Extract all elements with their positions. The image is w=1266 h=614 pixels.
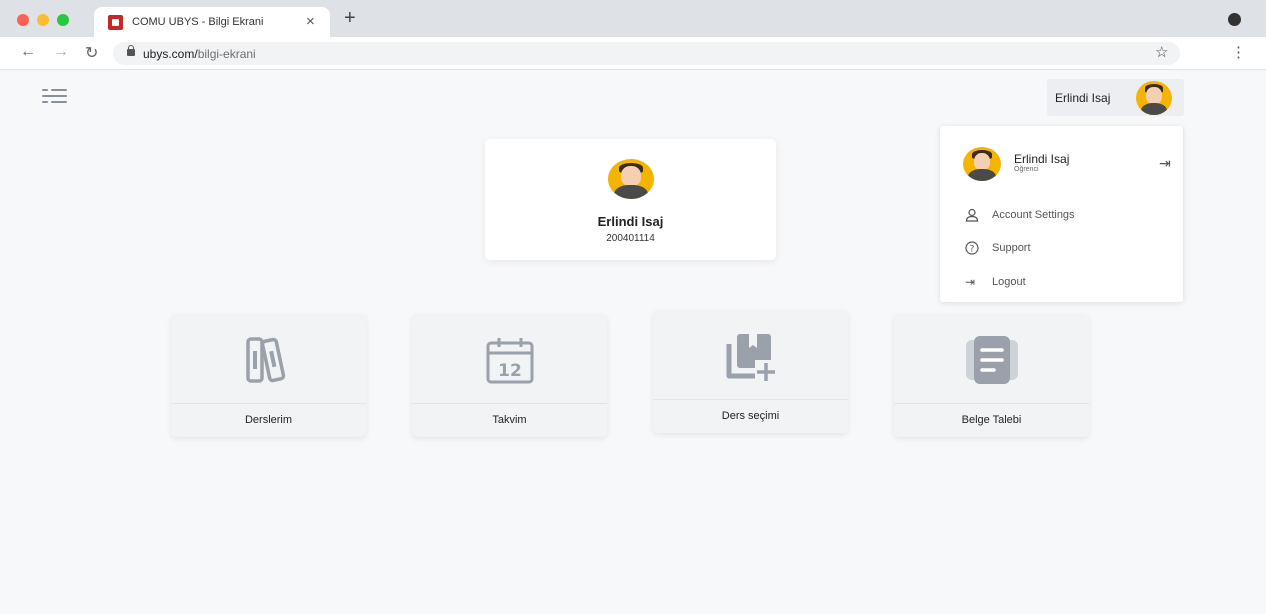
close-window-button[interactable] xyxy=(17,14,29,26)
maximize-window-button[interactable] xyxy=(57,14,69,26)
avatar xyxy=(608,159,654,199)
dropdown-user-name: Erlindi Isaj xyxy=(1014,152,1070,166)
add-bookmark-icon xyxy=(726,334,777,382)
logout-icon: ⇥ xyxy=(965,275,976,289)
svg-text:12: 12 xyxy=(498,361,522,381)
tile-takvim[interactable]: 12 Takvim xyxy=(412,314,607,437)
tab-title: COMU UBYS - Bilgi Ekrani xyxy=(132,16,264,28)
user-menu-button[interactable]: Erlindi Isaj xyxy=(1047,79,1184,116)
url-text: ubys.com/bilgi-ekrani xyxy=(143,47,256,61)
url-input[interactable]: ubys.com/bilgi-ekrani ☆ xyxy=(113,42,1180,65)
tile-label: Takvim xyxy=(492,414,527,426)
books-icon xyxy=(246,337,286,383)
browser-tab-bar: COMU UBYS - Bilgi Ekrani × + xyxy=(0,0,1266,37)
student-id: 200401114 xyxy=(606,233,655,244)
user-icon xyxy=(965,208,979,222)
svg-text:?: ? xyxy=(970,245,975,255)
tile-label: Derslerim xyxy=(244,414,293,426)
browser-tab[interactable]: COMU UBYS - Bilgi Ekrani × xyxy=(94,7,330,37)
logout-icon[interactable]: ⇥ xyxy=(1159,155,1171,172)
new-tab-button[interactable]: + xyxy=(344,7,356,30)
document-icon xyxy=(966,336,1018,384)
minimize-window-button[interactable] xyxy=(37,14,49,26)
star-icon[interactable]: ☆ xyxy=(1155,43,1168,61)
site-favicon-icon xyxy=(108,15,123,30)
profile-name: Erlindi Isaj xyxy=(597,214,664,229)
browser-profile-icon[interactable] xyxy=(1228,13,1241,26)
tab-close-button[interactable]: × xyxy=(306,13,315,30)
user-dropdown-menu: Erlindi Isaj Öğrenci ⇥ Account Settings … xyxy=(940,126,1183,302)
forward-icon[interactable]: → xyxy=(53,43,69,61)
sidebar-toggle-icon[interactable] xyxy=(42,87,68,103)
browser-address-bar: ← → ↻ ubys.com/bilgi-ekrani ☆ ⋮ xyxy=(0,37,1266,70)
avatar xyxy=(1136,81,1172,115)
tile-label: Ders seçimi xyxy=(721,410,780,422)
kebab-menu-icon[interactable]: ⋮ xyxy=(1231,43,1246,61)
tile-derslerim[interactable]: Derslerim xyxy=(171,314,366,437)
tile-belge-talebi[interactable]: Belge Talebi xyxy=(894,314,1089,437)
logout-menu-item[interactable]: ⇥ Logout xyxy=(965,274,1165,294)
user-name: Erlindi Isaj xyxy=(1055,91,1111,105)
avatar xyxy=(963,147,1001,181)
lock-icon xyxy=(127,45,135,56)
question-icon: ? xyxy=(965,241,979,255)
tile-ders-secimi[interactable]: Ders seçimi xyxy=(653,310,848,433)
support-menu-item[interactable]: ? Support xyxy=(965,240,1165,260)
tile-label: Belge Talebi xyxy=(961,414,1022,426)
reload-icon[interactable]: ↻ xyxy=(85,43,98,63)
profile-card: Erlindi Isaj 200401114 xyxy=(485,139,776,260)
back-icon[interactable]: ← xyxy=(20,43,36,61)
account-settings-menu-item[interactable]: Account Settings xyxy=(965,207,1165,227)
calendar-icon: 12 xyxy=(486,338,534,384)
dropdown-user-role: Öğrenci xyxy=(1014,166,1039,173)
